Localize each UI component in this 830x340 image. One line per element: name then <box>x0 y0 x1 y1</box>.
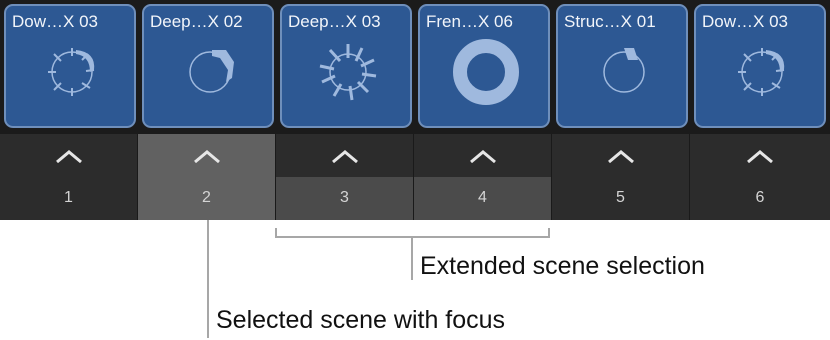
chevron-up-icon[interactable] <box>607 149 635 163</box>
scene-number: 6 <box>755 189 765 206</box>
chevron-up-icon[interactable] <box>746 149 774 163</box>
waveform-icon <box>453 39 519 105</box>
scene-3[interactable]: 3 <box>276 134 414 220</box>
callout-leader-extended <box>411 236 413 280</box>
scene-row: 1 2 3 4 5 6 <box>0 134 830 220</box>
waveform-icon <box>319 44 377 101</box>
scene-number: 5 <box>616 189 625 206</box>
cell-row: Dow…X 03 Deep…X 02 Deep…X 03 Fren…X 06 S… <box>0 0 830 134</box>
chevron-up-icon[interactable] <box>331 149 359 163</box>
cell-4[interactable]: Fren…X 06 <box>418 4 550 128</box>
callout-extended-label: Extended scene selection <box>420 252 705 280</box>
scene-number: 2 <box>202 189 211 206</box>
scene-6[interactable]: 6 <box>690 134 830 220</box>
scene-5[interactable]: 5 <box>552 134 690 220</box>
scene-number: 1 <box>64 189 73 206</box>
scene-4[interactable]: 4 <box>414 134 552 220</box>
cell-6[interactable]: Dow…X 03 <box>694 4 826 128</box>
cell-name: Deep…X 03 <box>288 12 381 31</box>
waveform-icon <box>189 50 234 93</box>
callout-focus-label: Selected scene with focus <box>216 306 506 334</box>
callout-leader-focus <box>207 220 209 338</box>
scene-number: 4 <box>478 189 487 206</box>
cell-3[interactable]: Deep…X 03 <box>280 4 412 128</box>
waveform-icon <box>738 48 785 96</box>
cell-1[interactable]: Dow…X 03 <box>4 4 136 128</box>
waveform-icon <box>48 48 95 96</box>
scene-1[interactable]: 1 <box>0 134 138 220</box>
chevron-up-icon[interactable] <box>193 149 221 163</box>
cell-name: Deep…X 02 <box>150 12 243 31</box>
scene-2-focused[interactable]: 2 <box>138 134 276 220</box>
cell-name: Fren…X 06 <box>426 12 513 31</box>
waveform-icon <box>603 48 645 93</box>
cell-5[interactable]: Struc…X 01 <box>556 4 688 128</box>
chevron-up-icon[interactable] <box>469 149 497 163</box>
scene-number: 3 <box>340 189 349 206</box>
cell-name: Dow…X 03 <box>702 12 788 31</box>
chevron-up-icon[interactable] <box>55 149 83 163</box>
cell-2[interactable]: Deep…X 02 <box>142 4 274 128</box>
cell-name: Dow…X 03 <box>12 12 98 31</box>
cell-name: Struc…X 01 <box>564 12 656 31</box>
